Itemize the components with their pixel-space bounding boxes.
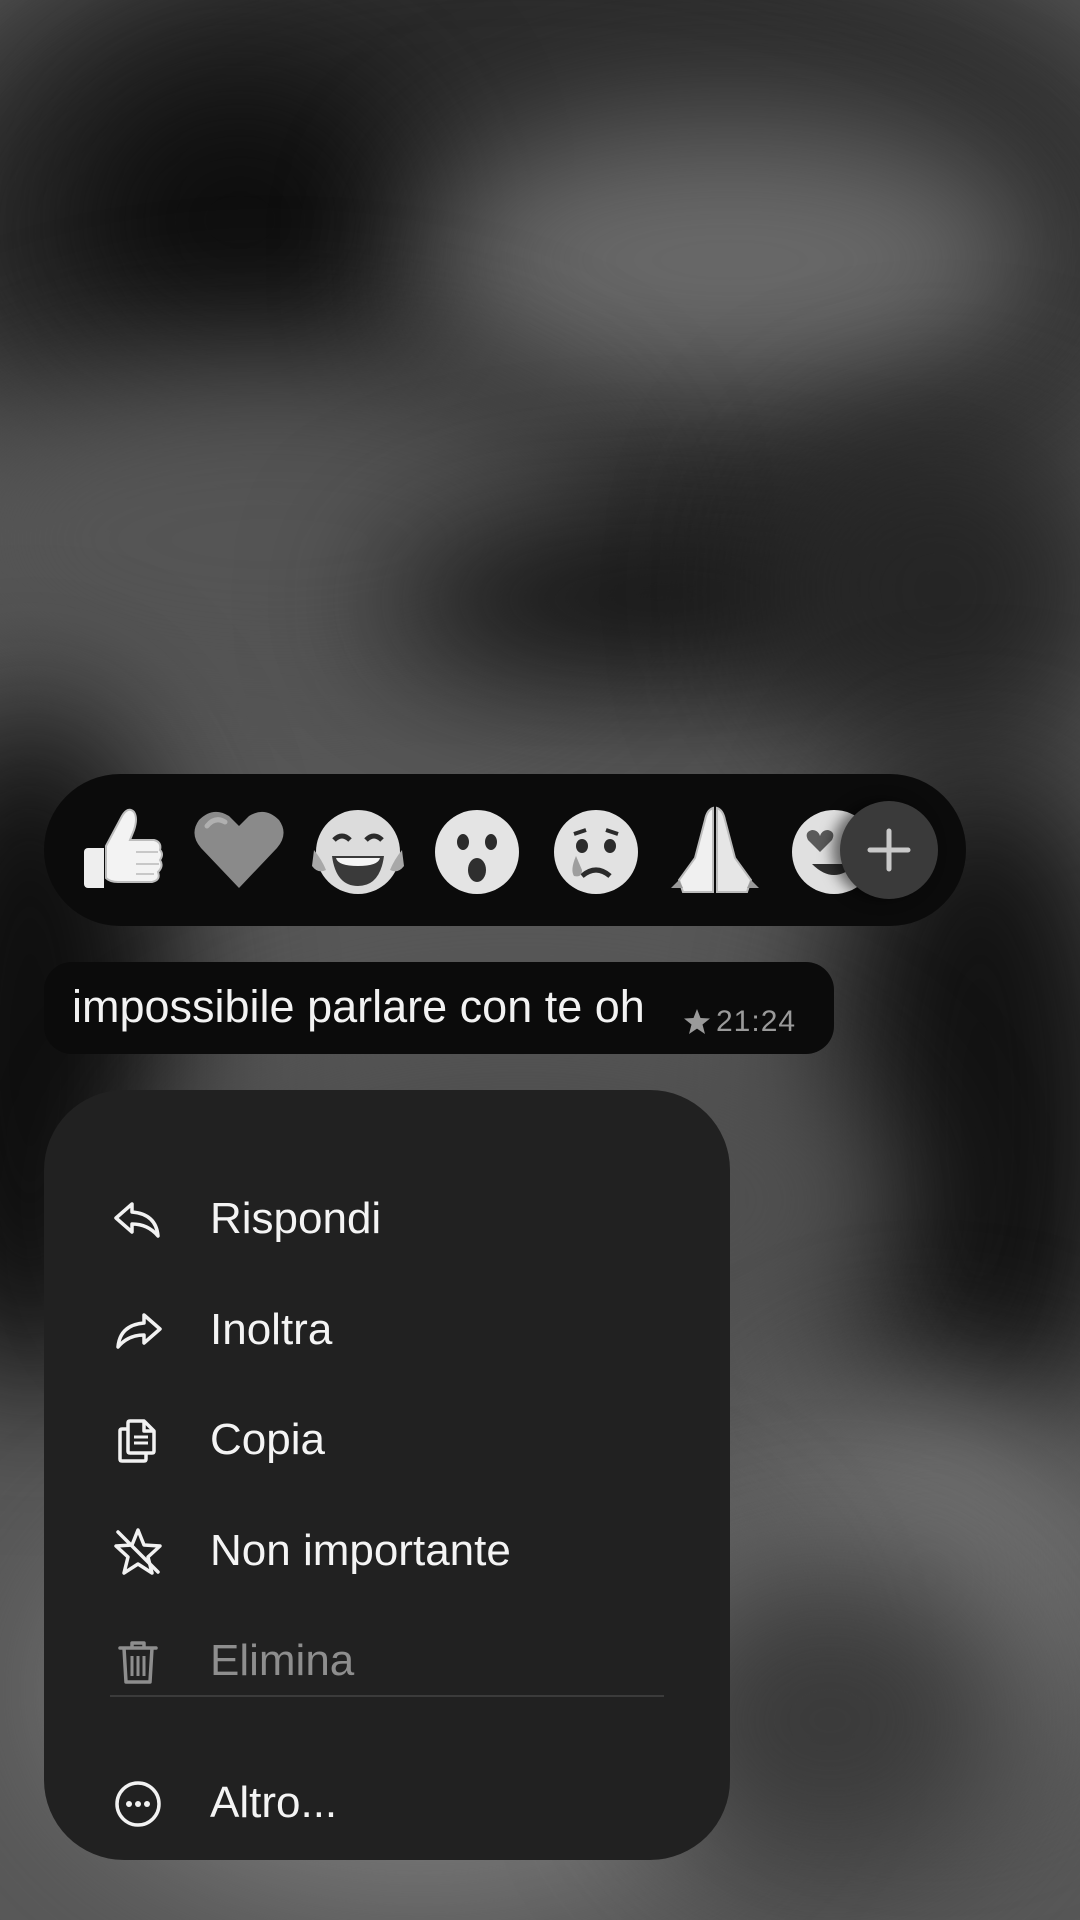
message-text: impossibile parlare con te oh: [72, 981, 645, 1032]
menu-item-forward[interactable]: Inoltra: [44, 1280, 730, 1380]
message-time: 21:24: [716, 1005, 797, 1038]
more-icon: [112, 1778, 164, 1830]
context-menu: Rispondi Inoltra Copia Non importante El…: [44, 1090, 730, 1860]
folded-hands-emoji-button[interactable]: [661, 796, 769, 904]
star-icon: [682, 1007, 716, 1037]
unstar-icon: [112, 1526, 164, 1578]
copy-icon: [112, 1415, 164, 1467]
menu-item-label: Non importante: [210, 1526, 511, 1575]
reply-icon: [112, 1194, 164, 1246]
message-bubble[interactable]: impossibile parlare con te oh 21:24: [44, 962, 834, 1054]
message-meta: 21:24: [682, 1002, 796, 1042]
heart-emoji-button[interactable]: [185, 796, 293, 904]
menu-item-label: Inoltra: [210, 1305, 333, 1354]
menu-item-more[interactable]: Altro...: [44, 1753, 730, 1853]
thumbs-up-emoji-button[interactable]: [66, 796, 174, 904]
folded-hands-icon: [671, 806, 759, 893]
thumbs-up-icon: [84, 808, 163, 888]
tears-of-joy-emoji-button[interactable]: [304, 796, 412, 904]
menu-item-label: Copia: [210, 1415, 325, 1464]
heart-icon: [194, 811, 284, 888]
menu-item-reply[interactable]: Rispondi: [44, 1169, 730, 1269]
menu-item-label: Elimina: [210, 1636, 355, 1685]
surprised-emoji-button[interactable]: [423, 796, 531, 904]
forward-icon: [112, 1305, 164, 1357]
reaction-bar: [44, 774, 966, 926]
crying-emoji-button[interactable]: [542, 796, 650, 904]
menu-divider: [110, 1695, 664, 1697]
add-reaction-button[interactable]: [840, 801, 938, 899]
menu-item-unstar[interactable]: Non importante: [44, 1501, 730, 1601]
menu-item-label: Rispondi: [210, 1194, 382, 1243]
crying-face-icon: [554, 810, 638, 894]
tears-of-joy-icon: [312, 810, 404, 894]
plus-icon: [867, 828, 911, 872]
menu-item-label: Altro...: [210, 1778, 338, 1827]
trash-icon: [112, 1636, 164, 1688]
surprised-face-icon: [435, 810, 519, 894]
screen: impossibile parlare con te oh 21:24 Risp…: [0, 0, 1080, 1920]
menu-item-copy[interactable]: Copia: [44, 1390, 730, 1490]
